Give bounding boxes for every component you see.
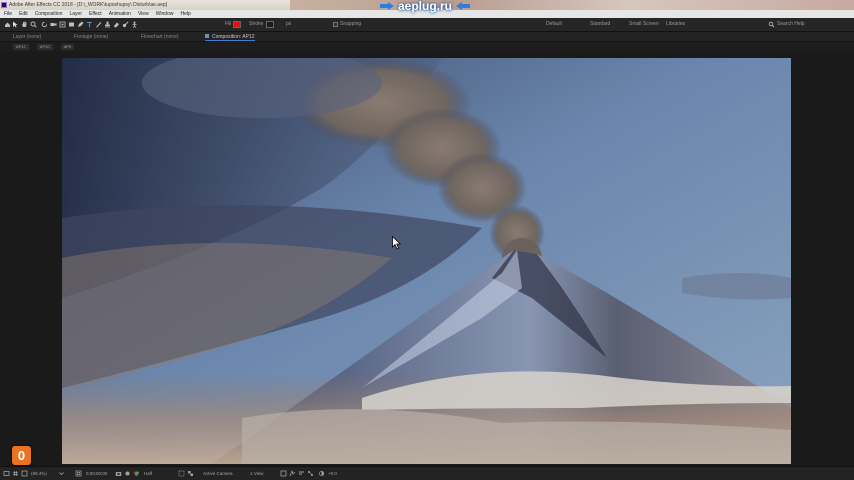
viewer-panel-tabs: Layer (none) Footage (none) Flowchart (n… xyxy=(0,32,854,42)
composition-icon xyxy=(205,34,209,38)
watermark: aeplug.ru xyxy=(380,0,471,13)
recording-badge: 0 xyxy=(12,446,31,465)
brush-tool-icon[interactable] xyxy=(95,21,102,28)
timeline-icon[interactable] xyxy=(298,470,305,477)
menu-item-animation[interactable]: Animation xyxy=(109,11,131,17)
type-tool-icon[interactable] xyxy=(86,21,93,28)
eraser-tool-icon[interactable] xyxy=(113,21,120,28)
hand-tool-icon[interactable] xyxy=(21,21,28,28)
menu-item-help[interactable]: Help xyxy=(180,11,190,17)
camera-tool-icon[interactable] xyxy=(50,21,57,28)
composition-viewer[interactable] xyxy=(0,52,854,466)
resolution-dropdown[interactable]: Half xyxy=(144,471,152,476)
search-icon xyxy=(768,21,775,28)
flowchart-icon[interactable] xyxy=(307,470,314,477)
fill-label: Fill xyxy=(225,21,232,27)
tab-composition[interactable]: Composition: AP12 xyxy=(205,33,255,41)
watermark-text: aeplug.ru xyxy=(398,0,453,13)
composition-breadcrumb: AP12 AP10 AP9 xyxy=(0,42,854,52)
fit-chevron-down-icon[interactable] xyxy=(58,470,65,477)
search-help-input[interactable]: Search Help xyxy=(777,21,805,27)
safe-zones-icon[interactable] xyxy=(75,470,82,477)
workspace-standard[interactable]: Standard xyxy=(590,21,610,27)
always-preview-icon[interactable] xyxy=(3,470,10,477)
arrow-right-icon xyxy=(380,1,394,10)
viewer-status-bar: (90.4%) 0;00;00;00 Half Active Camera 1 … xyxy=(0,466,854,480)
snapshot-camera-icon[interactable] xyxy=(115,470,122,477)
stroke-width-value[interactable]: px xyxy=(286,21,291,27)
arrow-left-icon xyxy=(456,1,471,10)
workspace-libraries[interactable]: Libraries xyxy=(666,21,685,27)
menu-item-file[interactable]: File xyxy=(4,11,12,17)
desktop-strip xyxy=(290,0,854,10)
menu-item-window[interactable]: Window xyxy=(156,11,174,17)
roto-brush-tool-icon[interactable] xyxy=(122,21,129,28)
tools-panel: Fill Stroke px Snapping Default Standard… xyxy=(0,18,854,32)
grid-guides-icon[interactable] xyxy=(12,470,19,477)
mouse-cursor-icon xyxy=(392,236,402,250)
region-of-interest-icon[interactable] xyxy=(178,470,185,477)
pen-tool-icon[interactable] xyxy=(77,21,84,28)
pan-behind-tool-icon[interactable] xyxy=(59,21,66,28)
exposure-icon[interactable] xyxy=(318,470,325,477)
clone-stamp-tool-icon[interactable] xyxy=(104,21,111,28)
workspace-default[interactable]: Default xyxy=(546,21,562,27)
magnification-ratio[interactable]: (90.4%) xyxy=(31,471,47,476)
breadcrumb-item[interactable]: AP10 xyxy=(36,44,53,50)
composition-frame[interactable] xyxy=(62,58,791,464)
exposure-value[interactable]: +0.0 xyxy=(328,471,337,476)
color-channel-icon[interactable] xyxy=(133,470,140,477)
mask-visibility-icon[interactable] xyxy=(21,470,28,477)
window-title: Adobe After Effects CC 2018 - [D:\_WORK\… xyxy=(9,2,168,8)
menu-item-edit[interactable]: Edit xyxy=(19,11,28,17)
tab-composition-label: Composition: AP12 xyxy=(212,34,255,40)
rotate-tool-icon[interactable] xyxy=(41,21,48,28)
stroke-color-swatch[interactable] xyxy=(266,21,274,28)
workspace-small-screen[interactable]: Small Screen xyxy=(629,21,659,27)
view-layout-dropdown[interactable]: 1 View xyxy=(250,471,263,476)
home-icon[interactable] xyxy=(4,21,11,28)
camera-view-dropdown[interactable]: Active Camera xyxy=(203,471,233,476)
puppet-tool-icon[interactable] xyxy=(131,21,138,28)
breadcrumb-item[interactable]: AP9 xyxy=(60,44,75,50)
menu-item-effect[interactable]: Effect xyxy=(89,11,102,17)
snapping-label: Snapping xyxy=(340,21,362,27)
tab-layer[interactable]: Layer (none) xyxy=(13,33,41,41)
rectangle-tool-icon[interactable] xyxy=(68,21,75,28)
selection-tool-icon[interactable] xyxy=(12,21,19,28)
show-snapshot-icon[interactable] xyxy=(124,470,131,477)
stroke-label: Stroke xyxy=(249,21,264,27)
zoom-tool-icon[interactable] xyxy=(30,21,37,28)
current-time[interactable]: 0;00;00;00 xyxy=(86,471,107,476)
breadcrumb-item[interactable]: AP12 xyxy=(13,44,29,50)
volcano-scene xyxy=(62,58,791,464)
menu-item-layer[interactable]: Layer xyxy=(69,11,82,17)
after-effects-app-icon xyxy=(1,2,7,8)
fast-previews-icon[interactable] xyxy=(289,470,296,477)
snapping-checkbox[interactable] xyxy=(333,22,338,27)
menu-item-view[interactable]: View xyxy=(138,11,149,17)
tab-footage[interactable]: Footage (none) xyxy=(74,33,108,41)
fill-color-swatch[interactable] xyxy=(233,21,241,28)
transparency-grid-icon[interactable] xyxy=(187,470,194,477)
toggle-pixel-aspect-icon[interactable] xyxy=(280,470,287,477)
tab-flowchart[interactable]: Flowchart (none) xyxy=(141,33,179,41)
menu-item-composition[interactable]: Composition xyxy=(35,11,63,17)
